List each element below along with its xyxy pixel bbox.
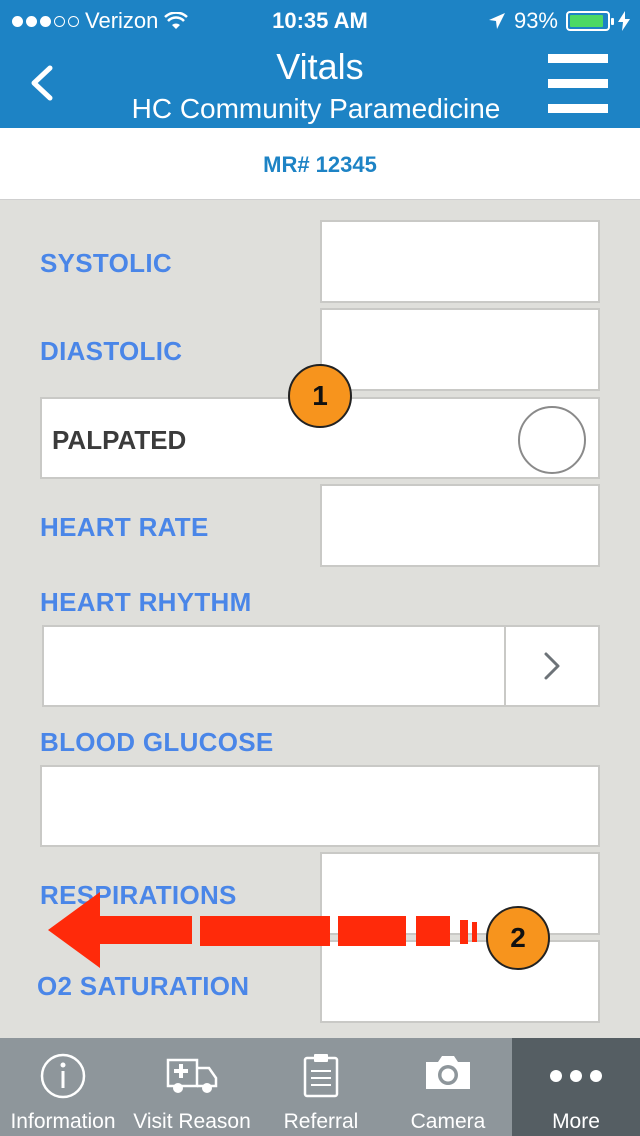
tab-referral-label: Referral: [283, 1110, 359, 1133]
tab-referral[interactable]: Referral: [258, 1038, 384, 1136]
annotation-badge-2: 2: [486, 906, 550, 970]
swipe-left-arrow-annotation: [48, 892, 477, 968]
more-dots-icon: [550, 1070, 602, 1082]
systolic-label: SYSTOLIC: [40, 248, 172, 278]
heart-rhythm-select[interactable]: [42, 625, 600, 707]
menu-button[interactable]: [548, 54, 608, 114]
tab-information[interactable]: Information: [0, 1038, 126, 1136]
record-header: MR# 12345: [0, 128, 640, 200]
location-arrow-icon: [488, 13, 505, 29]
chevron-right-icon: [544, 652, 560, 680]
hamburger-menu-icon: [548, 54, 608, 63]
status-right: 93%: [488, 8, 630, 34]
tab-more[interactable]: More: [512, 1038, 640, 1136]
tab-more-label: More: [552, 1110, 600, 1133]
status-bar: Verizon 10:35 AM 93%: [0, 0, 640, 40]
tab-camera[interactable]: Camera: [384, 1038, 512, 1136]
tab-visit-reason-label: Visit Reason: [133, 1110, 251, 1133]
page-subtitle: HC Community Paramedicine: [131, 93, 501, 124]
page-title: Vitals: [276, 46, 364, 87]
heart-rhythm-picker-button[interactable]: [504, 627, 598, 705]
ambulance-icon: [166, 1058, 218, 1093]
hamburger-line: [548, 79, 608, 88]
palpated-radio[interactable]: [518, 406, 586, 474]
heart-rate-input[interactable]: [320, 484, 600, 567]
diastolic-input[interactable]: [320, 308, 600, 391]
info-icon: [40, 1053, 86, 1099]
systolic-input[interactable]: [320, 220, 600, 303]
tab-camera-label: Camera: [410, 1110, 486, 1133]
medical-record-number: MR# 12345: [263, 152, 377, 177]
blood-glucose-label: BLOOD GLUCOSE: [40, 727, 274, 757]
heart-rhythm-label: HEART RHYTHM: [40, 587, 252, 617]
charging-bolt-icon: [618, 11, 630, 31]
battery-percent: 93%: [513, 8, 558, 33]
hamburger-line: [548, 104, 608, 113]
o2-saturation-label: O2 SATURATION: [37, 971, 250, 1001]
annotation-badge-1: 1: [288, 364, 352, 428]
camera-icon: [426, 1056, 470, 1089]
tab-bar: Information Visit Reason Referral Camera: [0, 1038, 640, 1136]
top-bar: Verizon 10:35 AM 93% Vitals HC Community…: [0, 0, 640, 128]
tab-information-label: Information: [10, 1110, 116, 1133]
tab-visit-reason[interactable]: Visit Reason: [126, 1038, 258, 1136]
battery-icon: [566, 11, 614, 31]
clipboard-icon: [303, 1054, 339, 1098]
palpated-label: PALPATED: [52, 425, 187, 455]
diastolic-label: DIASTOLIC: [40, 336, 183, 366]
heart-rate-label: HEART RATE: [40, 512, 209, 542]
blood-glucose-input[interactable]: [40, 765, 600, 847]
